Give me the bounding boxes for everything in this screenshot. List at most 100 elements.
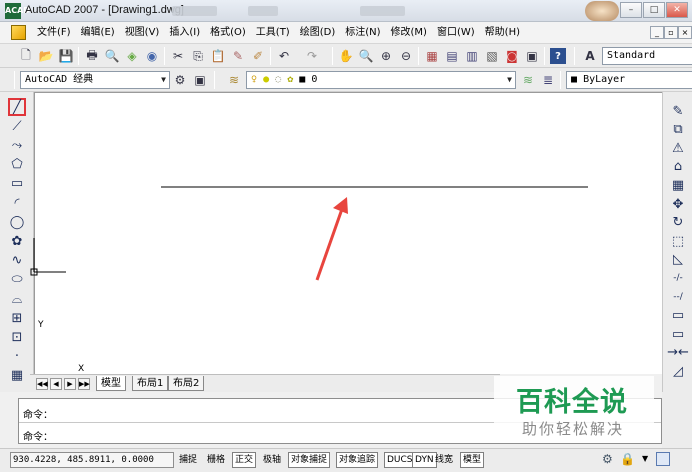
communication-center-icon[interactable]: ⚙	[602, 452, 616, 468]
polygon-tool-icon[interactable]: ⬠	[8, 156, 26, 174]
clean-screen-icon[interactable]	[656, 452, 670, 466]
chevron-down-icon[interactable]: ▼	[642, 454, 648, 463]
mirror-tool-icon[interactable]: ⚠	[669, 139, 687, 157]
last-tab-icon[interactable]: ▶▶	[78, 378, 90, 390]
make-layer-current-icon[interactable]: ≋	[520, 72, 536, 88]
menu-item-1[interactable]: 编辑(E)	[76, 22, 120, 44]
sheet-set-icon[interactable]: ▧	[484, 48, 500, 64]
command-prompt-line[interactable]: 命令：	[23, 428, 53, 443]
help-icon[interactable]: ?	[550, 48, 566, 64]
offset-tool-icon[interactable]: ⌂	[669, 158, 687, 176]
extend-tool-icon[interactable]: --/	[669, 288, 687, 306]
new-file-icon[interactable]: 🗋	[18, 48, 34, 64]
status-snap-button[interactable]: 捕捉	[176, 452, 200, 468]
mdi-restore-button[interactable]: ▫	[664, 26, 678, 39]
layer-manager-icon[interactable]: ≋	[226, 72, 242, 88]
save-icon[interactable]: 💾	[58, 48, 74, 64]
hatch-tool-icon[interactable]: ▦	[8, 367, 26, 385]
trim-tool-icon[interactable]: -/-	[669, 269, 687, 287]
mdi-minimize-button[interactable]: _	[650, 26, 664, 39]
close-button[interactable]: ✕	[666, 2, 688, 18]
construction-line-tool-icon[interactable]: ⟋	[8, 117, 26, 135]
3d-dwf-icon[interactable]: ◉	[144, 48, 160, 64]
text-style-icon[interactable]: A	[582, 48, 598, 64]
move-tool-icon[interactable]: ✥	[669, 195, 687, 213]
point-tool-icon[interactable]: ·	[8, 348, 26, 366]
paste-icon[interactable]: 📋	[210, 48, 226, 64]
menu-item-0[interactable]: 文件(F)	[32, 22, 76, 44]
publish-icon[interactable]: ◈	[124, 48, 140, 64]
menu-item-3[interactable]: 插入(I)	[164, 22, 205, 44]
my-workspace-icon[interactable]: ▣	[192, 72, 208, 88]
block-editor-icon[interactable]: ✐	[250, 48, 266, 64]
menu-item-6[interactable]: 绘图(D)	[295, 22, 341, 44]
rotate-tool-icon[interactable]: ↻	[669, 214, 687, 232]
erase-tool-icon[interactable]: ✎	[669, 102, 687, 120]
status-model-button[interactable]: 模型	[460, 452, 485, 468]
status-otrack-button[interactable]: 对象追踪	[336, 452, 379, 468]
calculator-icon[interactable]: ▣	[524, 48, 540, 64]
autocad-app-icon[interactable]: ACAD	[5, 3, 30, 19]
markup-icon[interactable]: ◙	[504, 48, 520, 64]
minimize-button[interactable]: –	[620, 2, 642, 18]
lock-toolbar-icon[interactable]: 🔒	[620, 452, 635, 468]
prev-tab-icon[interactable]: ◀	[50, 378, 62, 390]
menu-item-4[interactable]: 格式(O)	[205, 22, 251, 44]
mdi-close-button[interactable]: ×	[678, 26, 692, 39]
menu-item-5[interactable]: 工具(T)	[251, 22, 295, 44]
make-block-tool-icon[interactable]: ⊡	[8, 328, 26, 346]
scale-tool-icon[interactable]: ⬚	[669, 232, 687, 250]
maximize-button[interactable]: □	[643, 2, 665, 18]
tab-layout2[interactable]: 布局2	[168, 376, 205, 391]
tool-palettes-icon[interactable]: ▥	[464, 48, 480, 64]
zoom-previous-icon[interactable]: ⊖	[398, 48, 414, 64]
status-ortho-button[interactable]: 正交	[232, 452, 257, 468]
properties-icon[interactable]: ▦	[424, 48, 440, 64]
arc-tool-icon[interactable]: ◜	[8, 194, 26, 212]
circle-tool-icon[interactable]: ◯	[8, 213, 26, 231]
menu-item-10[interactable]: 帮助(H)	[480, 22, 525, 44]
copy-tool-icon[interactable]: ⧉	[669, 121, 687, 139]
redo-icon[interactable]: ↷	[304, 48, 320, 64]
array-tool-icon[interactable]: ▦	[669, 176, 687, 194]
fillet-tool-icon[interactable]: ◿	[669, 362, 687, 380]
break-tool-icon[interactable]: ▭	[669, 307, 687, 325]
match-properties-icon[interactable]: ✎	[230, 48, 246, 64]
print-icon[interactable]: 🖶	[84, 48, 100, 64]
print-preview-icon[interactable]: 🔍	[104, 48, 120, 64]
drawing-canvas[interactable]	[34, 92, 662, 374]
menu-item-7[interactable]: 标注(N)	[340, 22, 385, 44]
zoom-realtime-icon[interactable]: 🔍	[358, 48, 374, 64]
text-style-dropdown[interactable]: Standard	[602, 47, 692, 65]
status-polar-button[interactable]: 极轴	[260, 452, 284, 468]
cut-icon[interactable]: ✂	[170, 48, 186, 64]
coordinate-readout[interactable]: 930.4228, 485.8911, 0.0000	[10, 452, 174, 468]
menu-item-2[interactable]: 视图(V)	[120, 22, 165, 44]
insert-block-tool-icon[interactable]: ⊞	[8, 309, 26, 327]
polyline-tool-icon[interactable]: ⤳	[8, 136, 26, 154]
status-grid-button[interactable]: 栅格	[204, 452, 228, 468]
menu-item-8[interactable]: 修改(M)	[386, 22, 432, 44]
status-lineweight-button[interactable]: 线宽	[432, 452, 456, 468]
open-file-icon[interactable]: 📂	[38, 48, 54, 64]
layer-dropdown[interactable]: ♀ ● ◌ ✿ ■ 0 ▼	[246, 71, 516, 89]
undo-icon[interactable]: ↶	[276, 48, 292, 64]
first-tab-icon[interactable]: ◀◀	[36, 378, 48, 390]
line-tool-icon[interactable]: ╱	[8, 98, 26, 116]
status-ducs-button[interactable]: DUCS	[384, 452, 416, 468]
tab-model[interactable]: 模型	[96, 376, 126, 391]
stretch-tool-icon[interactable]: ◺	[669, 251, 687, 269]
zoom-window-icon[interactable]: ⊕	[378, 48, 394, 64]
command-scrollbar[interactable]	[662, 392, 692, 448]
workspace-settings-icon[interactable]: ⚙	[172, 72, 188, 88]
menu-item-9[interactable]: 窗口(W)	[432, 22, 480, 44]
pan-icon[interactable]: ✋	[338, 48, 354, 64]
chamfer-tool-icon[interactable]: →←	[667, 344, 689, 362]
join-tool-icon[interactable]: ▭	[669, 325, 687, 343]
next-tab-icon[interactable]: ▶	[64, 378, 76, 390]
status-osnap-button[interactable]: 对象捕捉	[288, 452, 331, 468]
document-icon[interactable]	[11, 25, 26, 40]
copy-icon[interactable]: ⎘	[190, 48, 206, 64]
design-center-icon[interactable]: ▤	[444, 48, 460, 64]
color-control-dropdown[interactable]: ■ ByLayer	[566, 71, 692, 89]
